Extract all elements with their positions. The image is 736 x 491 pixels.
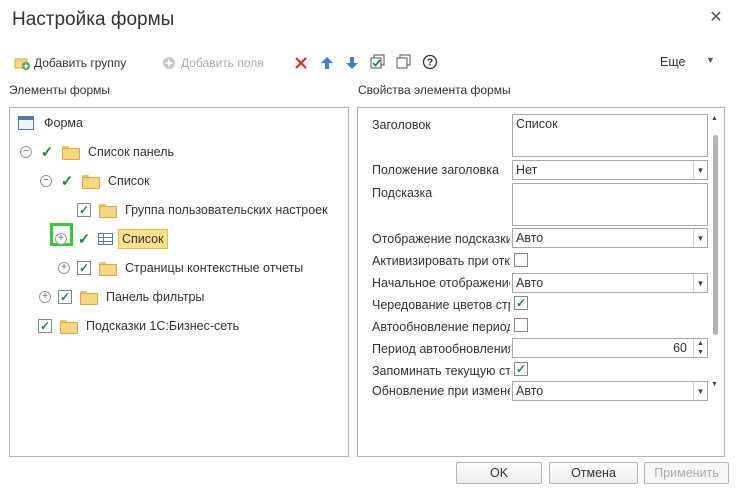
move-up-icon[interactable] bbox=[319, 55, 335, 71]
more-dropdown-icon[interactable]: ▼ bbox=[706, 55, 715, 65]
collapse-icon[interactable]: − bbox=[40, 175, 52, 187]
add-group-button[interactable]: Добавить группу bbox=[14, 53, 126, 73]
add-group-icon bbox=[14, 55, 30, 71]
tooltip-display-value: Авто bbox=[516, 231, 544, 245]
visible-checkmark-icon[interactable]: ✓ bbox=[60, 172, 74, 190]
expand-icon[interactable]: + bbox=[55, 233, 67, 245]
tree-item-label: Группа пользовательских настроек bbox=[125, 203, 328, 217]
tree-item-label: Форма bbox=[44, 116, 83, 130]
element-properties-label: Свойства элемента формы bbox=[358, 83, 511, 97]
apply-button[interactable]: Применить bbox=[644, 462, 729, 484]
more-menu-button[interactable]: Еще bbox=[660, 55, 685, 69]
move-down-icon[interactable] bbox=[344, 55, 360, 71]
update-on-change-label: Обновление при изменении bbox=[372, 384, 510, 398]
tree-item-label-selected: Список bbox=[118, 229, 168, 249]
add-fields-button[interactable]: Добавить поля bbox=[161, 53, 264, 73]
autoupdate-checkbox[interactable] bbox=[514, 318, 528, 332]
delete-icon[interactable] bbox=[293, 55, 309, 71]
tree-item-label: Страницы контекстные отчеты bbox=[125, 261, 304, 275]
folder-icon bbox=[62, 146, 80, 160]
visible-checkmark-icon[interactable]: ✓ bbox=[40, 143, 54, 161]
window-title: Настройка формы bbox=[12, 9, 175, 30]
tooltip-textarea[interactable] bbox=[512, 183, 708, 226]
tooltip-display-label: Отображение подсказки bbox=[372, 232, 510, 246]
title-position-value: Нет bbox=[516, 163, 538, 177]
spinner-icon[interactable]: ▲ ▼ bbox=[693, 339, 707, 357]
folder-icon bbox=[99, 204, 117, 218]
add-fields-icon bbox=[161, 55, 177, 71]
tree-item-label: Подсказки 1С:Бизнес-сеть bbox=[86, 319, 240, 333]
remember-row-checkbox[interactable]: ✓ bbox=[514, 362, 528, 376]
tree-item-business-network-hints[interactable]: ✓ Подсказки 1С:Бизнес-сеть bbox=[38, 315, 239, 337]
tree-item-user-settings-group[interactable]: ✓ Группа пользовательских настроек bbox=[77, 199, 328, 221]
title-position-label: Положение заголовка bbox=[372, 163, 499, 177]
help-icon[interactable]: ? bbox=[422, 54, 438, 70]
add-group-label: Добавить группу bbox=[34, 56, 127, 70]
autoupdate-period-value: 60 bbox=[673, 341, 687, 355]
alternating-rows-label: Чередование цветов строк bbox=[372, 298, 510, 312]
tree-item-label: Список bbox=[108, 174, 150, 188]
folder-icon bbox=[60, 320, 78, 334]
visible-checkbox[interactable]: ✓ bbox=[77, 261, 91, 275]
autoupdate-period-input[interactable]: 60 ▲ ▼ bbox=[512, 338, 708, 358]
update-on-change-value: Авто bbox=[516, 384, 544, 398]
title-textarea[interactable]: Список bbox=[512, 114, 708, 157]
table-icon bbox=[98, 233, 113, 245]
visible-checkbox[interactable]: ✓ bbox=[77, 203, 91, 217]
dropdown-icon[interactable]: ▼ bbox=[693, 161, 707, 179]
autoupdate-label: Автообновление периодически bbox=[372, 320, 510, 334]
activate-on-open-label: Активизировать при открытии bbox=[372, 254, 510, 268]
alternating-rows-checkbox[interactable]: ✓ bbox=[514, 296, 528, 310]
visible-checkmark-icon[interactable]: ✓ bbox=[77, 230, 91, 248]
svg-text:?: ? bbox=[427, 58, 433, 69]
close-icon[interactable]: ✕ bbox=[706, 8, 726, 28]
tree-item-filters-panel[interactable]: + ✓ Панель фильтры bbox=[39, 286, 204, 308]
remember-row-label: Запоминать текущую строку bbox=[372, 364, 510, 378]
folder-icon bbox=[82, 175, 100, 189]
activate-on-open-checkbox[interactable] bbox=[514, 253, 528, 267]
expand-icon[interactable]: + bbox=[39, 291, 51, 303]
ok-button[interactable]: OK bbox=[456, 462, 542, 484]
title-position-select[interactable]: Нет ▼ bbox=[512, 160, 708, 180]
initial-display-select[interactable]: Авто ▼ bbox=[512, 273, 708, 293]
add-fields-label: Добавить поля bbox=[181, 56, 264, 70]
tree-item-label: Список панель bbox=[88, 145, 175, 159]
folder-icon bbox=[99, 262, 117, 276]
tree-item-list-table[interactable]: + ✓ Список bbox=[55, 228, 168, 250]
collapse-icon[interactable]: − bbox=[20, 146, 32, 158]
form-icon bbox=[18, 116, 34, 130]
tooltip-prop-label: Подсказка bbox=[372, 186, 433, 200]
title-prop-label: Заголовок bbox=[372, 118, 431, 132]
scroll-down-icon[interactable]: ▼ bbox=[711, 381, 718, 388]
tree-item-label: Панель фильтры bbox=[106, 290, 205, 304]
autoupdate-period-label: Период автообновления bbox=[372, 342, 510, 356]
cancel-button[interactable]: Отмена bbox=[549, 462, 638, 484]
initial-display-value: Авто bbox=[516, 276, 544, 290]
visible-checkbox[interactable]: ✓ bbox=[58, 290, 72, 304]
uncheck-all-icon[interactable] bbox=[396, 54, 412, 70]
check-all-icon[interactable] bbox=[370, 54, 386, 70]
form-elements-tree[interactable]: Форма − ✓ Список панель − ✓ Список ✓ Гру… bbox=[9, 107, 349, 457]
update-on-change-select[interactable]: Авто ▼ bbox=[512, 381, 708, 401]
dropdown-icon[interactable]: ▼ bbox=[693, 382, 707, 400]
visible-checkbox[interactable]: ✓ bbox=[38, 319, 52, 333]
dropdown-icon[interactable]: ▼ bbox=[693, 229, 707, 247]
tree-item-root[interactable]: Форма bbox=[18, 112, 83, 134]
initial-display-label: Начальное отображение bbox=[372, 276, 510, 290]
form-elements-label: Элементы формы bbox=[9, 83, 111, 97]
expand-icon[interactable]: + bbox=[58, 262, 70, 274]
tooltip-display-select[interactable]: Авто ▼ bbox=[512, 228, 708, 248]
folder-icon bbox=[80, 291, 98, 305]
properties-scrollbar[interactable]: ▲ ▼ bbox=[710, 115, 720, 395]
tree-item-context-reports[interactable]: + ✓ Страницы контекстные отчеты bbox=[58, 257, 303, 279]
tree-item-list-group[interactable]: − ✓ Список bbox=[40, 170, 150, 192]
tree-item-list-panel[interactable]: − ✓ Список панель bbox=[20, 141, 174, 163]
dropdown-icon[interactable]: ▼ bbox=[693, 274, 707, 292]
scroll-up-icon[interactable]: ▲ bbox=[711, 115, 718, 122]
scroll-thumb[interactable] bbox=[713, 135, 718, 335]
